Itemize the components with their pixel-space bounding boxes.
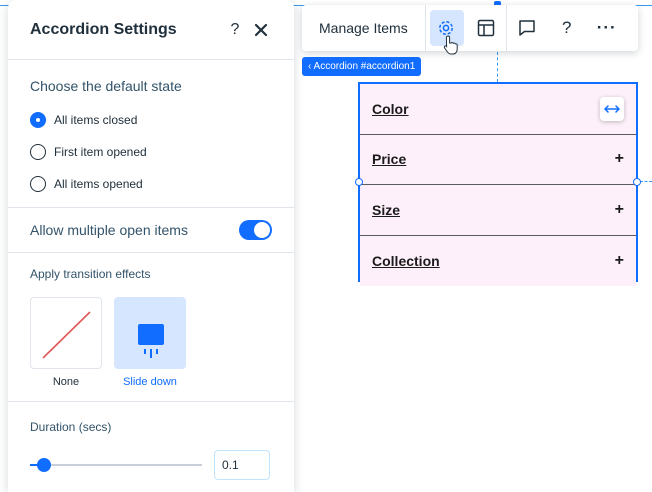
panel-title: Accordion Settings bbox=[30, 20, 177, 38]
radio-first-opened[interactable]: First item opened bbox=[30, 136, 272, 168]
radio-button[interactable] bbox=[30, 144, 46, 160]
stretch-horizontal-icon bbox=[604, 105, 620, 113]
left-resize-handle[interactable] bbox=[355, 178, 363, 186]
comment-button[interactable] bbox=[507, 5, 547, 51]
close-icon[interactable] bbox=[250, 19, 272, 41]
radio-button[interactable] bbox=[30, 112, 46, 128]
slide-down-icon bbox=[138, 324, 164, 358]
accordion-item-price[interactable]: Price + bbox=[360, 134, 636, 185]
accordion-item-size[interactable]: Size + bbox=[360, 185, 636, 236]
comment-icon bbox=[518, 20, 535, 36]
layout-icon bbox=[477, 19, 494, 37]
radio-label: All items closed bbox=[54, 113, 138, 127]
accordion-item-title: Price bbox=[372, 151, 407, 168]
transition-label: Apply transition effects bbox=[30, 267, 151, 281]
none-thumbnail[interactable] bbox=[30, 297, 102, 369]
radio-all-closed[interactable]: All items closed bbox=[30, 104, 272, 136]
slider-knob[interactable] bbox=[36, 458, 51, 472]
multiple-open-toggle[interactable] bbox=[239, 220, 272, 240]
transition-caption: None bbox=[52, 376, 80, 388]
duration-input[interactable]: 0.1 bbox=[214, 450, 270, 480]
accordion-item-title: Color bbox=[372, 100, 409, 117]
transition-caption: Slide down bbox=[123, 376, 177, 388]
help-icon[interactable]: ? bbox=[224, 19, 246, 41]
plus-icon[interactable]: + bbox=[615, 201, 624, 219]
radio-label: All items opened bbox=[54, 177, 143, 191]
transition-options: None Slide down bbox=[30, 297, 272, 388]
settings-button[interactable] bbox=[426, 5, 466, 55]
vertical-guide-line bbox=[497, 52, 498, 82]
horizontal-guide-line bbox=[640, 181, 652, 182]
more-button[interactable]: ··· bbox=[587, 5, 627, 51]
default-state-section: Choose the default state All items close… bbox=[8, 60, 294, 208]
duration-section: Duration (secs) 0.1 bbox=[8, 402, 294, 480]
accordion-item-color[interactable]: Color bbox=[360, 84, 636, 135]
radio-all-opened[interactable]: All items opened bbox=[30, 168, 272, 200]
help-icon: ? bbox=[561, 18, 572, 37]
hand-cursor-icon bbox=[443, 35, 458, 55]
layout-button[interactable] bbox=[466, 5, 506, 51]
radio-label: First item opened bbox=[54, 145, 147, 159]
multiple-open-section: Allow multiple open items bbox=[8, 208, 294, 253]
help-button[interactable]: ? bbox=[547, 5, 587, 51]
element-toolbar: Manage Items ? ··· bbox=[302, 5, 638, 55]
accordion-element[interactable]: Color Price + Size + Collection + bbox=[358, 82, 638, 286]
plus-icon[interactable]: + bbox=[615, 252, 624, 270]
duration-label: Duration (secs) bbox=[30, 420, 112, 434]
transition-option-none[interactable]: None bbox=[30, 297, 102, 388]
none-icon bbox=[42, 311, 91, 359]
panel-header: Accordion Settings ? bbox=[8, 0, 294, 60]
stretch-button[interactable] bbox=[600, 96, 624, 121]
accordion-item-title: Size bbox=[372, 201, 401, 218]
accordion-settings-panel: Accordion Settings ? Choose the default … bbox=[8, 0, 294, 492]
more-icon: ··· bbox=[596, 18, 617, 37]
duration-slider-row: 0.1 bbox=[30, 450, 272, 480]
element-breadcrumb[interactable]: ‹ Accordion #accordion1 bbox=[302, 57, 422, 76]
accordion-item-title: Collection bbox=[372, 252, 440, 269]
transition-section: Apply transition effects None Slide down bbox=[8, 253, 294, 402]
default-state-label: Choose the default state bbox=[30, 78, 182, 94]
manage-items-button[interactable]: Manage Items bbox=[302, 5, 426, 51]
accordion-item-collection[interactable]: Collection + bbox=[360, 235, 636, 286]
multiple-open-label: Allow multiple open items bbox=[30, 222, 188, 238]
radio-button[interactable] bbox=[30, 176, 46, 192]
plus-icon[interactable]: + bbox=[615, 150, 624, 168]
duration-slider[interactable] bbox=[30, 458, 202, 472]
slide-down-thumbnail[interactable] bbox=[114, 297, 186, 369]
transition-option-slide-down[interactable]: Slide down bbox=[114, 297, 186, 388]
right-resize-handle[interactable] bbox=[633, 178, 641, 186]
